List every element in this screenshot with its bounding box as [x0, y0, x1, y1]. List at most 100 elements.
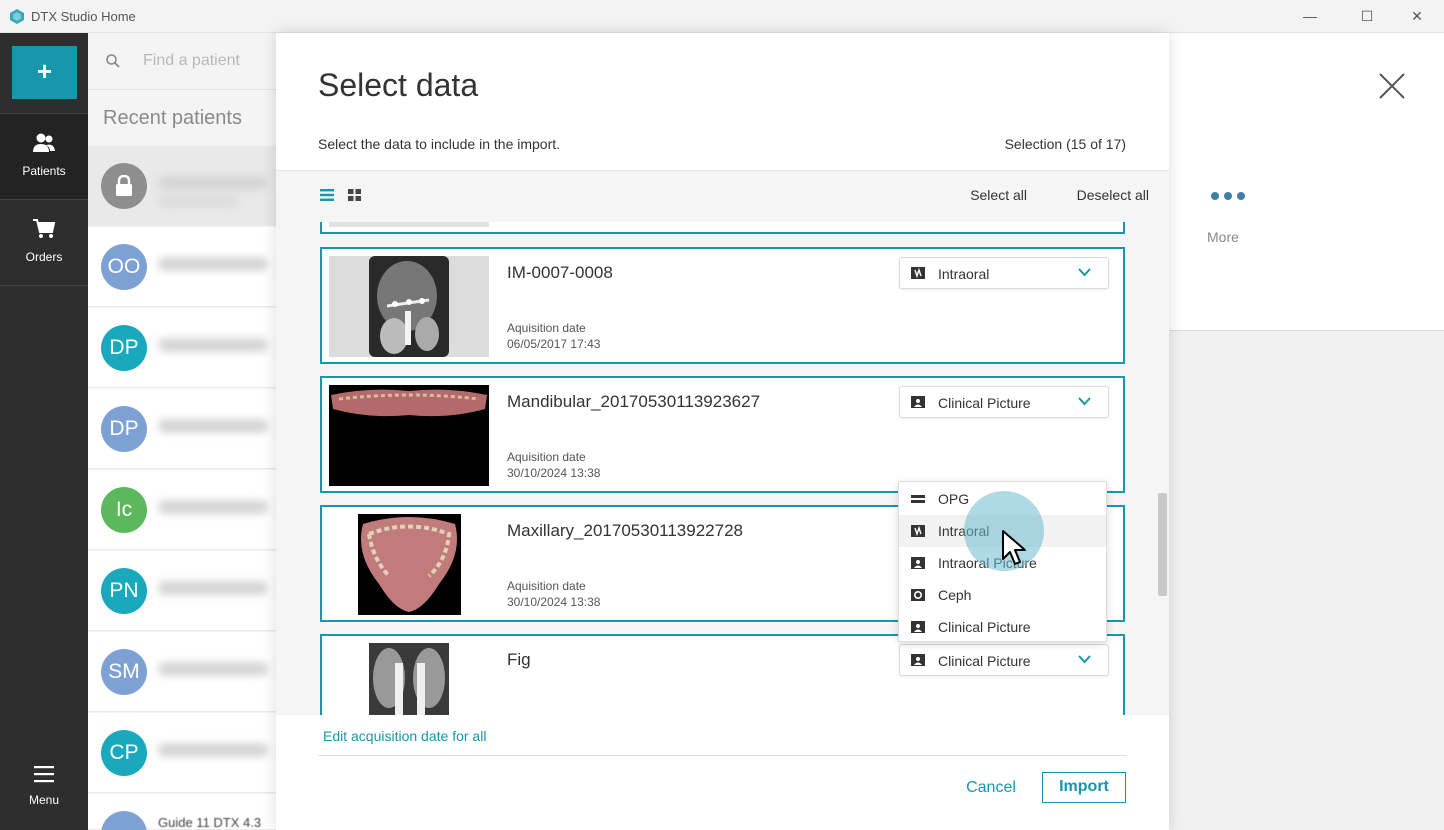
patient-row[interactable]: DP	[88, 308, 278, 388]
list-view-icon[interactable]	[320, 189, 334, 201]
data-type-label: Clinical Picture	[938, 653, 1031, 669]
dropdown-option-label: Clinical Picture	[938, 619, 1031, 635]
data-type-select[interactable]: Clinical Picture	[899, 386, 1109, 418]
dropdown-option-label: Intraoral	[938, 523, 990, 539]
nav-item-menu[interactable]: Menu	[0, 751, 88, 830]
close-icon[interactable]	[1377, 71, 1407, 101]
patient-row[interactable]: Ic	[88, 470, 278, 550]
data-card[interactable]	[320, 222, 1125, 234]
nav-rail: + Patients Orders Menu	[0, 33, 88, 830]
dialog-subtitle: Select the data to include in the import…	[318, 136, 561, 152]
patient-name: Guide 11 DTX 4.3	[158, 815, 262, 830]
patient-row[interactable]: OO	[88, 227, 278, 307]
data-type-label: Clinical Picture	[938, 395, 1031, 411]
blurred-patient-name	[158, 500, 268, 514]
dropdown-option-ceph[interactable]: Ceph	[899, 579, 1106, 611]
data-item-name: Maxillary_20170530113922728	[507, 521, 743, 540]
dropdown-option-intraoral[interactable]: Intraoral	[899, 515, 1106, 547]
dialog-title: Select data	[318, 67, 479, 103]
clinical-picture-icon	[911, 654, 925, 666]
patient-row[interactable]	[88, 146, 278, 226]
xray-thumbnail	[329, 643, 489, 715]
patient-search-input[interactable]	[143, 50, 273, 72]
title-bar: DTX Studio Home — ☐ ✕	[0, 0, 1444, 33]
chevron-down-icon	[1078, 397, 1091, 406]
minimize-button[interactable]: —	[1297, 5, 1323, 27]
acquisition-date: 30/10/2024 13:38	[507, 595, 601, 609]
avatar: Ic	[101, 487, 147, 533]
xray-thumbnail	[329, 256, 489, 357]
detail-header: More	[1169, 33, 1444, 331]
list-scrollbar[interactable]	[1158, 493, 1167, 596]
avatar	[101, 163, 147, 209]
close-window-button[interactable]: ✕	[1404, 5, 1430, 27]
nav-divider	[0, 285, 88, 286]
more-dots-icon[interactable]	[1209, 190, 1249, 202]
blurred-patient-info	[158, 194, 238, 208]
intraoral-picture-icon	[911, 557, 925, 569]
window-title: DTX Studio Home	[31, 9, 136, 24]
blurred-patient-name	[158, 257, 268, 271]
search-icon	[106, 54, 120, 68]
maximize-button[interactable]: ☐	[1354, 5, 1380, 27]
scan-thumbnail	[329, 385, 489, 486]
acquisition-date: 06/05/2017 17:43	[507, 337, 601, 351]
cancel-button[interactable]: Cancel	[956, 772, 1026, 804]
nav-label-orders: Orders	[25, 250, 63, 264]
nav-item-patients[interactable]: Patients	[0, 114, 88, 200]
thumbnail	[329, 222, 489, 227]
select-all-button[interactable]: Select all	[970, 187, 1027, 203]
data-item-name: Fig	[507, 650, 531, 669]
data-type-dropdown: OPG Intraoral Intraoral Picture Ceph Cli…	[898, 481, 1107, 642]
clinical-picture-icon	[911, 621, 925, 633]
more-label: More	[1207, 229, 1239, 245]
add-patient-button[interactable]: +	[12, 46, 77, 99]
acquisition-date-label: Aquisition date	[507, 450, 586, 464]
avatar: SM	[101, 649, 147, 695]
patient-row[interactable]: PN	[88, 551, 278, 631]
avatar: DP	[101, 325, 147, 371]
blurred-patient-name	[158, 419, 268, 433]
selection-count: Selection (15 of 17)	[1004, 136, 1126, 152]
dropdown-option-label: Ceph	[938, 587, 972, 603]
data-type-select[interactable]: Clinical Picture	[899, 644, 1109, 676]
nav-label-patients: Patients	[22, 164, 66, 178]
import-button[interactable]: Import	[1042, 772, 1126, 803]
ceph-icon	[911, 589, 925, 601]
data-card[interactable]: Fig Clinical Picture	[320, 634, 1125, 715]
patient-detail-pane: More	[1169, 33, 1444, 830]
acquisition-date-label: Aquisition date	[507, 321, 586, 335]
avatar: PN	[101, 568, 147, 614]
nav-label-menu: Menu	[28, 793, 60, 807]
blurred-patient-name	[158, 662, 268, 676]
avatar: CP	[101, 730, 147, 776]
grid-view-icon[interactable]	[348, 189, 361, 201]
dropdown-option-intraoral-picture[interactable]: Intraoral Picture	[899, 547, 1106, 579]
avatar	[101, 811, 147, 830]
avatar: OO	[101, 244, 147, 290]
hamburger-icon	[34, 766, 54, 783]
blurred-patient-name	[158, 338, 268, 352]
dropdown-option-opg[interactable]: OPG	[899, 483, 1106, 515]
data-type-select[interactable]: Intraoral	[899, 257, 1109, 289]
acquisition-date: 30/10/2024 13:38	[507, 466, 601, 480]
data-card[interactable]: Mandibular_20170530113923627 Aquisition …	[320, 376, 1125, 493]
data-type-label: Intraoral	[938, 266, 990, 282]
nav-item-orders[interactable]: Orders	[0, 200, 88, 286]
select-data-dialog: Select data Select the data to include i…	[276, 33, 1169, 830]
patient-row[interactable]: SM	[88, 632, 278, 712]
deselect-all-button[interactable]: Deselect all	[1077, 187, 1149, 203]
edit-acquisition-date-link[interactable]: Edit acquisition date for all	[323, 728, 486, 744]
dropdown-option-clinical-picture[interactable]: Clinical Picture	[899, 611, 1106, 643]
lock-icon	[116, 174, 132, 196]
blurred-patient-name	[158, 176, 268, 190]
patient-row[interactable]: CP	[88, 713, 278, 793]
footer-divider	[318, 755, 1126, 756]
intraoral-icon	[911, 267, 925, 279]
data-card[interactable]: IM-0007-0008 Aquisition date 06/05/2017 …	[320, 247, 1125, 364]
cart-icon	[33, 219, 56, 238]
dropdown-option-label: Intraoral Picture	[938, 555, 1037, 571]
patient-row[interactable]: DP	[88, 389, 278, 469]
opg-icon	[911, 495, 925, 503]
avatar: DP	[101, 406, 147, 452]
